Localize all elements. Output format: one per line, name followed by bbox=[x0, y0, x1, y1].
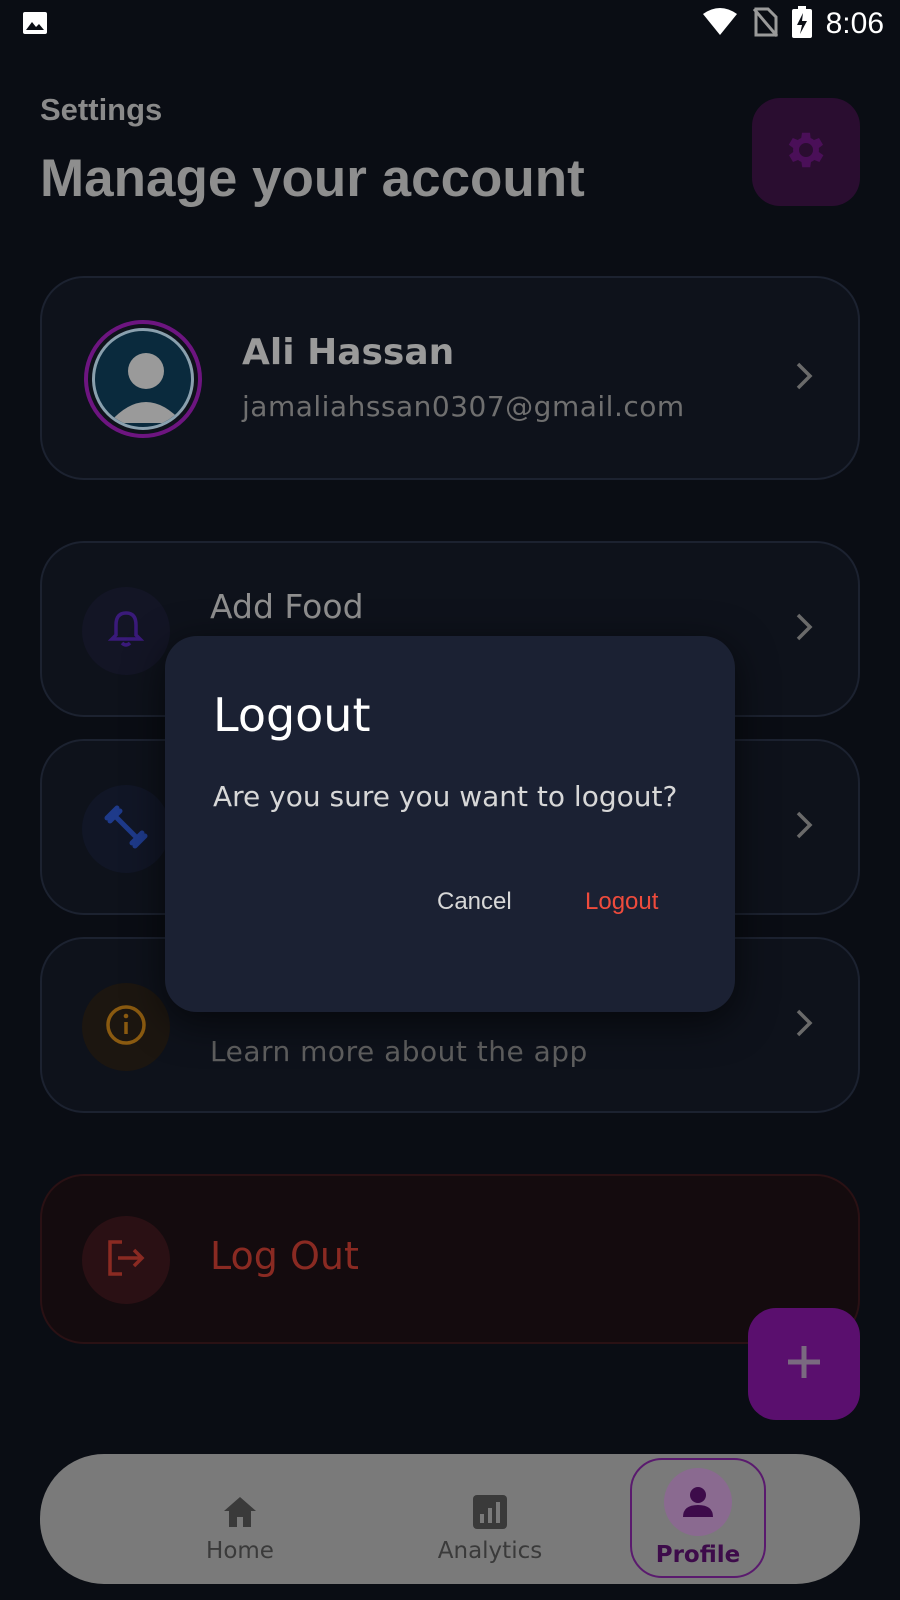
bell-icon bbox=[107, 609, 145, 653]
avatar bbox=[84, 320, 202, 438]
nav-label: Home bbox=[206, 1538, 274, 1564]
dialog-title: Logout bbox=[213, 688, 371, 742]
home-icon bbox=[222, 1492, 258, 1532]
no-sim-icon bbox=[752, 7, 778, 41]
gear-icon bbox=[782, 126, 830, 178]
add-button[interactable] bbox=[748, 1308, 860, 1420]
settings-item-subtitle: Learn more about the app bbox=[210, 1035, 588, 1068]
logout-label: Log Out bbox=[210, 1234, 359, 1278]
analytics-icon bbox=[472, 1492, 508, 1532]
settings-item-title: Add Food bbox=[210, 587, 364, 626]
clock-time: 8:06 bbox=[825, 7, 884, 40]
confirm-logout-button[interactable]: Logout bbox=[585, 888, 658, 916]
page-subtitle: Settings bbox=[40, 92, 163, 127]
battery-charging-icon bbox=[791, 6, 812, 42]
nav-home[interactable]: Home bbox=[150, 1454, 330, 1584]
dialog-message: Are you sure you want to logout? bbox=[213, 780, 678, 813]
status-bar: 8:06 bbox=[0, 0, 900, 50]
nav-label: Profile bbox=[655, 1542, 741, 1568]
icon-circle bbox=[82, 1216, 170, 1304]
image-icon bbox=[22, 11, 48, 39]
info-icon bbox=[105, 1004, 147, 1050]
plus-icon bbox=[784, 1342, 824, 1386]
cancel-button[interactable]: Cancel bbox=[437, 888, 512, 916]
icon-circle bbox=[82, 785, 170, 873]
icon-circle bbox=[82, 983, 170, 1071]
chevron-right-icon bbox=[794, 612, 814, 646]
page-title: Manage your account bbox=[40, 149, 585, 208]
settings-button[interactable] bbox=[752, 98, 860, 206]
logout-icon bbox=[104, 1238, 148, 1282]
dumbbell-icon bbox=[104, 805, 148, 853]
chevron-right-icon bbox=[794, 361, 814, 395]
chevron-right-icon bbox=[794, 810, 814, 844]
logout-dialog: Logout Are you sure you want to logout? … bbox=[165, 636, 735, 1012]
bottom-navigation: Home Analytics Profile bbox=[40, 1454, 860, 1584]
person-icon bbox=[664, 1468, 732, 1536]
nav-label: Analytics bbox=[437, 1538, 543, 1564]
wifi-icon bbox=[702, 8, 738, 40]
profile-name: Ali Hassan bbox=[242, 332, 455, 373]
logout-card[interactable]: Log Out bbox=[40, 1174, 860, 1344]
icon-circle bbox=[82, 587, 170, 675]
chevron-right-icon bbox=[794, 1008, 814, 1042]
profile-email: jamaliahssan0307@gmail.com bbox=[242, 390, 685, 423]
nav-profile[interactable]: Profile bbox=[630, 1458, 766, 1578]
nav-analytics[interactable]: Analytics bbox=[400, 1454, 580, 1584]
profile-card[interactable]: Ali Hassan jamaliahssan0307@gmail.com bbox=[40, 276, 860, 480]
